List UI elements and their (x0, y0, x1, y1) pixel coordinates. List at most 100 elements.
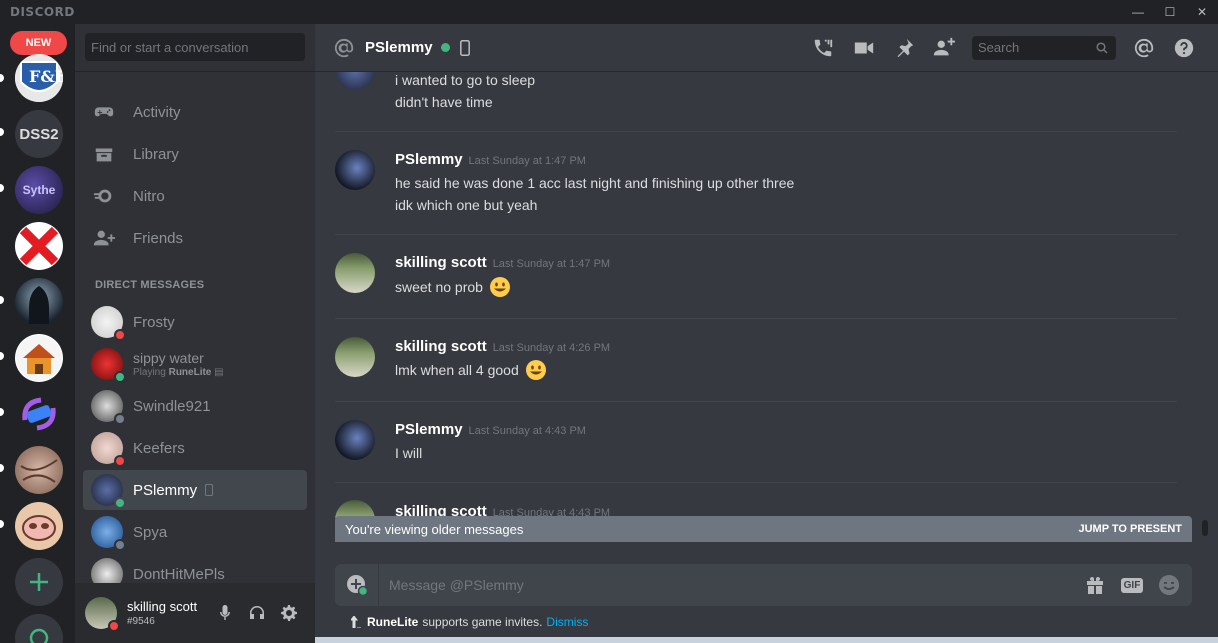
server-icon-swirl[interactable] (15, 390, 63, 438)
status-online-icon (440, 43, 450, 52)
message-divider (335, 482, 1177, 483)
avatar (91, 348, 126, 383)
search-placeholder: Search (978, 40, 1020, 55)
app-brand: DISCORD (10, 5, 75, 19)
dm-item-sippy-water[interactable]: sippy water Playing RuneLite ▤ (83, 344, 307, 384)
help-button[interactable] (1172, 36, 1196, 60)
dm-item-pslemmy[interactable]: PSlemmy (83, 470, 307, 510)
close-button[interactable]: ✕ (1186, 0, 1218, 24)
phone-call-icon (814, 39, 833, 57)
message-header: skilling scott Last Sunday at 4:26 PM (395, 338, 610, 355)
older-messages-bar: You're viewing older messages JUMP TO PR… (335, 516, 1192, 542)
avatar[interactable] (335, 420, 375, 460)
notice-game: RuneLite (367, 615, 419, 629)
status-dnd-icon (114, 455, 126, 467)
server-icon-sketch[interactable] (15, 446, 63, 494)
dismiss-link[interactable]: Dismiss (546, 615, 588, 629)
nav-label: Activity (133, 103, 181, 121)
dm-sidebar: Find or start a conversation Activity Li… (75, 24, 315, 643)
find-conversation-input[interactable]: Find or start a conversation (85, 33, 305, 61)
avatar (91, 432, 126, 467)
emoji-picker-button[interactable] (1157, 574, 1181, 596)
dm-name: DontHitMePls (133, 565, 225, 583)
add-server-button[interactable] (15, 558, 63, 606)
gif-button[interactable]: GIF (1119, 574, 1145, 596)
message-author[interactable]: skilling scott (395, 338, 487, 355)
message-author[interactable]: skilling scott (395, 254, 487, 271)
server-icon-dss2[interactable]: DSS2 (15, 110, 63, 158)
avatar[interactable] (335, 150, 375, 190)
avatar[interactable] (85, 597, 120, 632)
avatar (91, 390, 126, 425)
message-divider (335, 234, 1177, 235)
nitro-icon (93, 189, 112, 203)
nav-nitro[interactable]: Nitro (83, 176, 307, 216)
status-online-icon (114, 371, 126, 383)
message-line: lmk when all 4 good (395, 359, 547, 381)
server-icon-dark[interactable] (15, 278, 63, 326)
server-icon-sythe[interactable]: Sythe (15, 166, 63, 214)
unread-pill (0, 520, 4, 528)
server-rail: NEW F&E DSS2 Sythe (0, 24, 75, 643)
message-header: PSlemmy Last Sunday at 4:43 PM (395, 421, 586, 438)
server-icon-face[interactable] (15, 502, 63, 550)
arrow-up-icon (351, 616, 361, 628)
message-author[interactable]: PSlemmy (395, 421, 463, 438)
message-divider (335, 131, 1177, 132)
gift-icon (1087, 576, 1103, 594)
video-call-button[interactable] (852, 36, 876, 60)
direct-messages-header: DIRECT MESSAGES (95, 279, 205, 291)
explore-button[interactable] (15, 614, 63, 643)
server-label: DSS2 (19, 125, 59, 143)
title-bar: DISCORD — ☐ ✕ (0, 0, 1218, 24)
message-input[interactable]: Message @PSlemmy (389, 577, 524, 593)
nav-activity[interactable]: Activity (83, 92, 307, 132)
status-online-icon (114, 497, 126, 509)
mute-button[interactable] (213, 601, 237, 625)
avatar[interactable] (335, 253, 375, 293)
server-icon-fe[interactable]: F&E (15, 54, 63, 102)
message-list[interactable]: i wanted to go to sleep didn't have time… (315, 72, 1218, 518)
smiley-emoji-icon (489, 277, 510, 297)
deafen-button[interactable] (245, 601, 269, 625)
dm-item-frosty[interactable]: Frosty (83, 302, 307, 342)
server-icon-house[interactable] (15, 334, 63, 382)
dm-name: Swindle921 (133, 397, 211, 415)
dm-item-keefers[interactable]: Keefers (83, 428, 307, 468)
scrollbar-thumb[interactable] (1202, 520, 1208, 536)
add-friend-button[interactable] (932, 36, 956, 60)
call-button[interactable] (811, 36, 835, 60)
plus-icon (30, 573, 48, 591)
settings-button[interactable] (277, 601, 301, 625)
nav-friends[interactable]: Friends (83, 218, 307, 258)
server-icon-red-x[interactable] (15, 222, 63, 270)
gif-icon: GIF (1120, 577, 1144, 593)
avatar[interactable] (335, 72, 375, 90)
pinned-messages-button[interactable] (892, 36, 916, 60)
dm-name: Keefers (133, 439, 185, 457)
search-input[interactable]: Search (972, 36, 1116, 60)
chat-panel: PSlemmy Search i wanted to go to sleep d… (315, 24, 1218, 643)
add-attachment-icon (346, 575, 368, 596)
nav-library[interactable]: Library (83, 134, 307, 174)
minimize-button[interactable]: — (1122, 0, 1154, 24)
gear-icon (281, 605, 297, 621)
maximize-button[interactable]: ☐ (1154, 0, 1186, 24)
swirl-logo-icon (22, 397, 56, 431)
dm-item-spya[interactable]: Spya (83, 512, 307, 552)
status-dnd-icon (108, 620, 120, 632)
upload-button[interactable] (335, 564, 379, 606)
avatar (91, 306, 126, 341)
avatar[interactable] (335, 337, 375, 377)
jump-to-present-button[interactable]: JUMP TO PRESENT (1078, 523, 1182, 535)
message-author[interactable]: PSlemmy (395, 151, 463, 168)
message-text: sweet no prob (395, 279, 483, 295)
mentions-button[interactable] (1132, 36, 1156, 60)
new-badge[interactable]: NEW (10, 31, 67, 55)
friends-icon (93, 230, 115, 246)
pin-icon (897, 38, 914, 58)
dm-item-swindle921[interactable]: Swindle921 (83, 386, 307, 426)
message-divider (335, 318, 1177, 319)
gift-button[interactable] (1083, 574, 1107, 596)
rich-presence-icon: ▤ (214, 367, 224, 378)
